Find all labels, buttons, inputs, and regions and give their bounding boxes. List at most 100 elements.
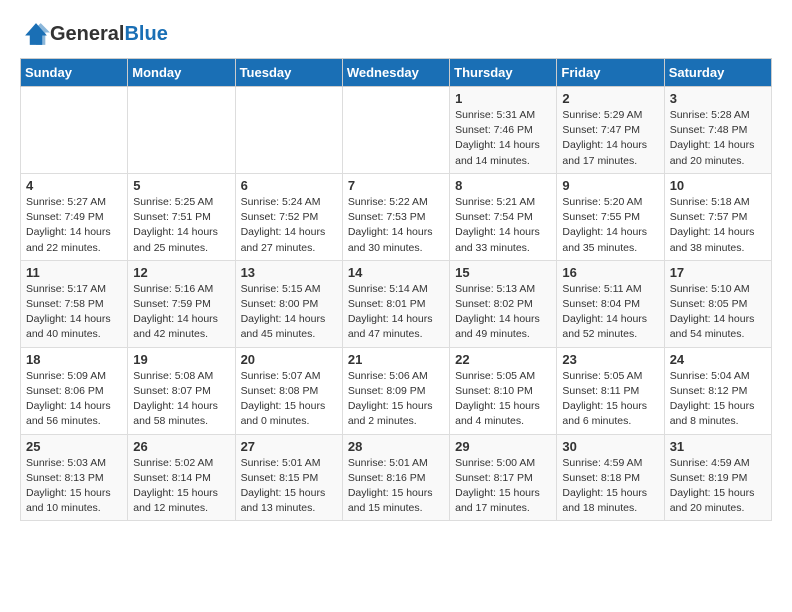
day-number: 13 <box>241 265 337 280</box>
day-info: Sunrise: 5:25 AM Sunset: 7:51 PM Dayligh… <box>133 195 229 256</box>
calendar-cell: 8 Sunrise: 5:21 AM Sunset: 7:54 PM Daylig… <box>450 173 557 260</box>
day-info: Sunrise: 5:05 AM Sunset: 8:10 PM Dayligh… <box>455 369 551 430</box>
day-number: 21 <box>348 352 444 367</box>
calendar-cell <box>342 87 449 174</box>
day-number: 7 <box>348 178 444 193</box>
page-header: GeneralBlue <box>20 20 772 48</box>
calendar-cell <box>21 87 128 174</box>
calendar-week-1: 1Sunrise: 5:31 AM Sunset: 7:46 PM Daylig… <box>21 87 772 174</box>
calendar-cell: 20 Sunrise: 5:07 AM Sunset: 8:08 PM Dayli… <box>235 347 342 434</box>
day-number: 12 <box>133 265 229 280</box>
calendar-week-5: 25 Sunrise: 5:03 AM Sunset: 8:13 PM Dayli… <box>21 434 772 521</box>
day-number: 23 <box>562 352 658 367</box>
day-info: Sunrise: 5:02 AM Sunset: 8:14 PM Dayligh… <box>133 456 229 517</box>
day-number: 3 <box>670 91 766 106</box>
day-number: 31 <box>670 439 766 454</box>
calendar-cell: 26 Sunrise: 5:02 AM Sunset: 8:14 PM Dayli… <box>128 434 235 521</box>
calendar-cell: 23 Sunrise: 5:05 AM Sunset: 8:11 PM Dayli… <box>557 347 664 434</box>
calendar-week-2: 4 Sunrise: 5:27 AM Sunset: 7:49 PM Daylig… <box>21 173 772 260</box>
day-info: Sunrise: 5:03 AM Sunset: 8:13 PM Dayligh… <box>26 456 122 517</box>
calendar-cell: 12 Sunrise: 5:16 AM Sunset: 7:59 PM Dayli… <box>128 260 235 347</box>
weekday-header-sunday: Sunday <box>21 59 128 87</box>
calendar-week-3: 11 Sunrise: 5:17 AM Sunset: 7:58 PM Dayli… <box>21 260 772 347</box>
day-number: 8 <box>455 178 551 193</box>
day-info: Sunrise: 4:59 AM Sunset: 8:18 PM Dayligh… <box>562 456 658 517</box>
calendar-cell: 25 Sunrise: 5:03 AM Sunset: 8:13 PM Dayli… <box>21 434 128 521</box>
day-number: 10 <box>670 178 766 193</box>
calendar-table: SundayMondayTuesdayWednesdayThursdayFrid… <box>20 58 772 521</box>
calendar-cell: 11 Sunrise: 5:17 AM Sunset: 7:58 PM Dayli… <box>21 260 128 347</box>
day-number: 17 <box>670 265 766 280</box>
calendar-cell: 27Sunrise: 5:01 AM Sunset: 8:15 PM Dayli… <box>235 434 342 521</box>
day-info: Sunrise: 5:01 AM Sunset: 8:16 PM Dayligh… <box>348 456 444 517</box>
day-info: Sunrise: 5:16 AM Sunset: 7:59 PM Dayligh… <box>133 282 229 343</box>
calendar-cell: 19 Sunrise: 5:08 AM Sunset: 8:07 PM Dayli… <box>128 347 235 434</box>
calendar-cell: 28Sunrise: 5:01 AM Sunset: 8:16 PM Dayli… <box>342 434 449 521</box>
day-info: Sunrise: 5:18 AM Sunset: 7:57 PM Dayligh… <box>670 195 766 256</box>
day-number: 26 <box>133 439 229 454</box>
day-info: Sunrise: 5:11 AM Sunset: 8:04 PM Dayligh… <box>562 282 658 343</box>
calendar-week-4: 18Sunrise: 5:09 AM Sunset: 8:06 PM Dayli… <box>21 347 772 434</box>
calendar-cell <box>235 87 342 174</box>
calendar-cell: 15 Sunrise: 5:13 AM Sunset: 8:02 PM Dayli… <box>450 260 557 347</box>
day-info: Sunrise: 5:20 AM Sunset: 7:55 PM Dayligh… <box>562 195 658 256</box>
day-info: Sunrise: 5:07 AM Sunset: 8:08 PM Dayligh… <box>241 369 337 430</box>
day-number: 15 <box>455 265 551 280</box>
calendar-cell: 6 Sunrise: 5:24 AM Sunset: 7:52 PM Daylig… <box>235 173 342 260</box>
day-info: Sunrise: 5:21 AM Sunset: 7:54 PM Dayligh… <box>455 195 551 256</box>
calendar-cell: 17Sunrise: 5:10 AM Sunset: 8:05 PM Dayli… <box>664 260 771 347</box>
calendar-cell: 21 Sunrise: 5:06 AM Sunset: 8:09 PM Dayli… <box>342 347 449 434</box>
day-info: Sunrise: 5:04 AM Sunset: 8:12 PM Dayligh… <box>670 369 766 430</box>
day-number: 22 <box>455 352 551 367</box>
day-info: Sunrise: 5:24 AM Sunset: 7:52 PM Dayligh… <box>241 195 337 256</box>
day-number: 20 <box>241 352 337 367</box>
day-info: Sunrise: 5:06 AM Sunset: 8:09 PM Dayligh… <box>348 369 444 430</box>
calendar-cell: 14 Sunrise: 5:14 AM Sunset: 8:01 PM Dayli… <box>342 260 449 347</box>
calendar-cell: 1Sunrise: 5:31 AM Sunset: 7:46 PM Daylig… <box>450 87 557 174</box>
day-info: Sunrise: 5:09 AM Sunset: 8:06 PM Dayligh… <box>26 369 122 430</box>
day-info: Sunrise: 5:28 AM Sunset: 7:48 PM Dayligh… <box>670 108 766 169</box>
calendar-cell: 30 Sunrise: 4:59 AM Sunset: 8:18 PM Dayli… <box>557 434 664 521</box>
calendar-cell: 16Sunrise: 5:11 AM Sunset: 8:04 PM Dayli… <box>557 260 664 347</box>
weekday-header-tuesday: Tuesday <box>235 59 342 87</box>
day-number: 29 <box>455 439 551 454</box>
calendar-cell: 10 Sunrise: 5:18 AM Sunset: 7:57 PM Dayli… <box>664 173 771 260</box>
day-info: Sunrise: 5:22 AM Sunset: 7:53 PM Dayligh… <box>348 195 444 256</box>
day-number: 11 <box>26 265 122 280</box>
calendar-cell: 3 Sunrise: 5:28 AM Sunset: 7:48 PM Daylig… <box>664 87 771 174</box>
weekday-header-row: SundayMondayTuesdayWednesdayThursdayFrid… <box>21 59 772 87</box>
day-info: Sunrise: 5:05 AM Sunset: 8:11 PM Dayligh… <box>562 369 658 430</box>
day-info: Sunrise: 5:14 AM Sunset: 8:01 PM Dayligh… <box>348 282 444 343</box>
day-number: 25 <box>26 439 122 454</box>
weekday-header-wednesday: Wednesday <box>342 59 449 87</box>
calendar-cell: 5Sunrise: 5:25 AM Sunset: 7:51 PM Daylig… <box>128 173 235 260</box>
day-number: 24 <box>670 352 766 367</box>
calendar-cell: 18Sunrise: 5:09 AM Sunset: 8:06 PM Dayli… <box>21 347 128 434</box>
day-info: Sunrise: 5:13 AM Sunset: 8:02 PM Dayligh… <box>455 282 551 343</box>
day-info: Sunrise: 5:00 AM Sunset: 8:17 PM Dayligh… <box>455 456 551 517</box>
weekday-header-thursday: Thursday <box>450 59 557 87</box>
day-number: 19 <box>133 352 229 367</box>
weekday-header-friday: Friday <box>557 59 664 87</box>
calendar-cell <box>128 87 235 174</box>
day-info: Sunrise: 5:17 AM Sunset: 7:58 PM Dayligh… <box>26 282 122 343</box>
day-number: 2 <box>562 91 658 106</box>
calendar-cell: 7 Sunrise: 5:22 AM Sunset: 7:53 PM Daylig… <box>342 173 449 260</box>
weekday-header-monday: Monday <box>128 59 235 87</box>
day-info: Sunrise: 5:15 AM Sunset: 8:00 PM Dayligh… <box>241 282 337 343</box>
day-number: 14 <box>348 265 444 280</box>
calendar-cell: 31Sunrise: 4:59 AM Sunset: 8:19 PM Dayli… <box>664 434 771 521</box>
day-number: 1 <box>455 91 551 106</box>
calendar-cell: 13 Sunrise: 5:15 AM Sunset: 8:00 PM Dayli… <box>235 260 342 347</box>
logo-text: GeneralBlue <box>50 23 168 46</box>
day-info: Sunrise: 5:08 AM Sunset: 8:07 PM Dayligh… <box>133 369 229 430</box>
day-number: 9 <box>562 178 658 193</box>
day-number: 4 <box>26 178 122 193</box>
day-info: Sunrise: 5:27 AM Sunset: 7:49 PM Dayligh… <box>26 195 122 256</box>
calendar-cell: 2Sunrise: 5:29 AM Sunset: 7:47 PM Daylig… <box>557 87 664 174</box>
calendar-cell: 9 Sunrise: 5:20 AM Sunset: 7:55 PM Daylig… <box>557 173 664 260</box>
weekday-header-saturday: Saturday <box>664 59 771 87</box>
calendar-cell: 4 Sunrise: 5:27 AM Sunset: 7:49 PM Daylig… <box>21 173 128 260</box>
day-number: 30 <box>562 439 658 454</box>
day-number: 6 <box>241 178 337 193</box>
